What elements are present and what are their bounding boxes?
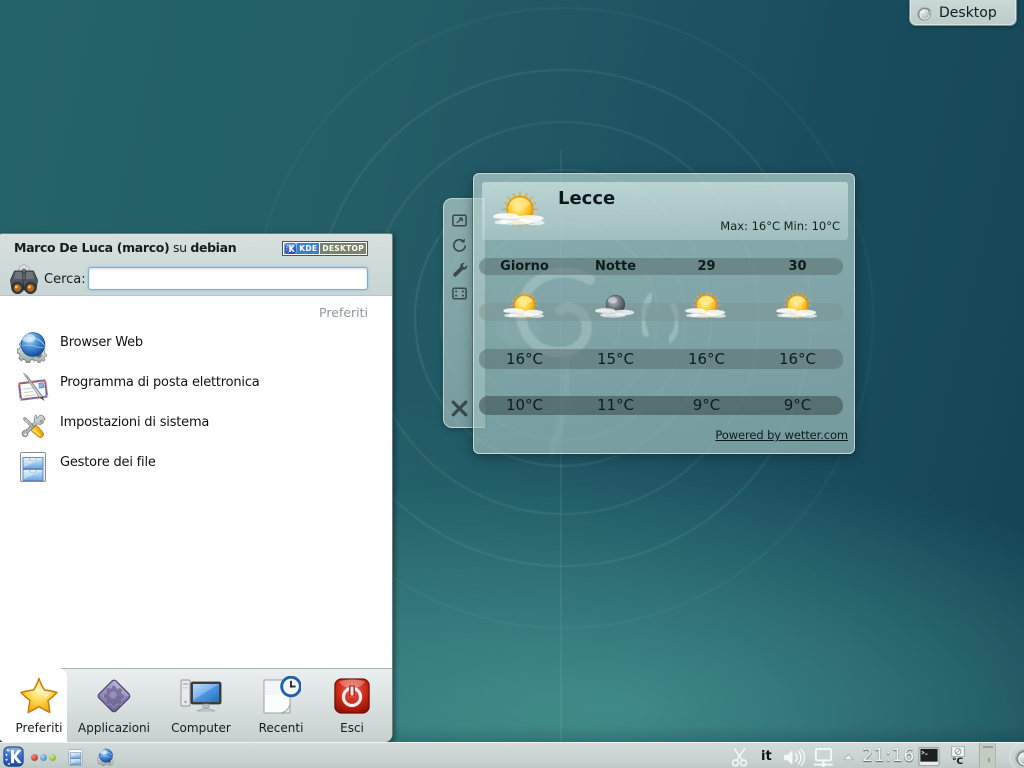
applications-icon xyxy=(94,676,134,716)
weather-sun-cloud-icon xyxy=(684,290,729,324)
tab-computer[interactable]: Computer xyxy=(150,669,252,743)
kickoff-user-name: Marco De Luca (marco) xyxy=(14,240,169,255)
file-manager-icon xyxy=(17,451,49,483)
weather-current-icon xyxy=(492,190,548,233)
weather-temp: 10°C xyxy=(479,396,570,415)
tab-label: Esci xyxy=(340,721,364,735)
weather-temp: 9°C xyxy=(752,396,843,415)
tab-esci[interactable]: Esci xyxy=(310,669,394,743)
favorites-section-header: Preferiti xyxy=(319,305,368,320)
weather-temp: 11°C xyxy=(570,396,661,415)
desktop-toolbox[interactable]: Desktop xyxy=(909,0,1017,26)
search-input[interactable] xyxy=(88,267,368,290)
kickoff-user-connector: su xyxy=(173,240,187,255)
kickoff-host-name: debian xyxy=(190,240,236,255)
plasma-cashew-icon xyxy=(916,5,932,21)
favorite-item-filemanager[interactable]: Gestore dei file xyxy=(0,447,392,487)
mail-client-icon xyxy=(17,371,49,403)
favorite-item-systemsettings[interactable]: Impostazioni di sistema xyxy=(0,407,392,447)
weather-col-label: 29 xyxy=(661,258,752,275)
weather-icon-row xyxy=(479,290,843,324)
favorite-item-label: Gestore dei file xyxy=(60,455,156,470)
widget-settings-icon[interactable] xyxy=(451,261,468,278)
kde-desktop-badge: KDE DESKTOP xyxy=(282,241,368,256)
computer-icon xyxy=(178,676,224,716)
weather-col-label: Notte xyxy=(570,258,661,275)
favorites-star-icon xyxy=(19,676,59,716)
search-binoculars-icon xyxy=(8,264,40,294)
weather-col-label: Giorno xyxy=(479,258,570,275)
weather-city: Lecce xyxy=(558,188,615,209)
tab-recenti[interactable]: Recenti xyxy=(252,669,310,743)
weather-maxmin: Max: 16°C Min: 10°C xyxy=(720,219,840,233)
weather-credit-link[interactable]: Powered by wetter.com xyxy=(715,428,848,442)
favorite-item-browser[interactable]: Browser Web xyxy=(0,327,392,367)
weather-high-row: 16°C 15°C 16°C 16°C xyxy=(479,349,843,369)
widget-rotate-icon[interactable] xyxy=(451,237,468,254)
klipper-scissors-icon[interactable] xyxy=(730,747,749,767)
widget-close-icon[interactable] xyxy=(450,399,469,418)
strip-text-mark xyxy=(983,746,993,748)
weather-header: Lecce Max: 16°C Min: 10°C xyxy=(482,182,848,240)
panel-applet-strip[interactable] xyxy=(979,743,996,767)
kickoff-header: Marco De Luca (marco) su debian KDE DESK… xyxy=(0,234,392,296)
weather-temp: 16°C xyxy=(661,349,752,369)
favorite-item-mail[interactable]: Programma di posta elettronica xyxy=(0,367,392,407)
kickoff-tabbar: Preferiti Applicazioni Computer Recenti … xyxy=(0,668,392,742)
web-browser-launcher-icon[interactable] xyxy=(97,748,115,766)
strip-dots-mark xyxy=(988,758,990,762)
panel-cashew-icon[interactable] xyxy=(1005,741,1024,768)
tray-expand-arrow-icon[interactable] xyxy=(843,753,854,761)
weather-temp: 16°C xyxy=(752,349,843,369)
weather-temp: 9°C xyxy=(661,396,752,415)
search-label: Cerca: xyxy=(44,272,86,287)
recent-documents-icon xyxy=(261,676,301,716)
pager-dot-blue[interactable] xyxy=(40,754,47,761)
kmenu-button[interactable] xyxy=(3,746,24,767)
favorite-item-label: Impostazioni di sistema xyxy=(60,415,209,430)
kde-logo-icon xyxy=(284,243,297,254)
terminal-icon[interactable] xyxy=(918,746,940,767)
tab-applicazioni[interactable]: Applicazioni xyxy=(78,669,150,743)
desktop-badge-text: DESKTOP xyxy=(319,243,366,254)
web-browser-icon xyxy=(17,331,49,363)
leave-power-icon xyxy=(333,677,371,715)
favorite-item-label: Browser Web xyxy=(60,335,143,350)
pager-dot-red[interactable] xyxy=(31,754,38,761)
kde-badge-text: KDE xyxy=(297,243,319,254)
weather-col-label: 30 xyxy=(752,258,843,275)
pager-dot-green[interactable] xyxy=(49,754,56,761)
weather-sun-cloud-icon xyxy=(775,290,820,324)
bottom-panel: it 21:16 °C xyxy=(0,742,1024,768)
volume-icon[interactable] xyxy=(781,748,807,767)
digital-clock[interactable]: 21:16 xyxy=(862,746,915,766)
widget-maximize-icon[interactable] xyxy=(451,285,468,302)
weather-sun-cloud-icon xyxy=(502,290,547,324)
weather-widget: Lecce Max: 16°C Min: 10°C Giorno Notte 2… xyxy=(473,173,855,454)
kickoff-user-title: Marco De Luca (marco) su debian xyxy=(14,240,236,255)
network-icon[interactable] xyxy=(811,747,836,768)
desktop-toolbox-label: Desktop xyxy=(939,5,997,21)
file-manager-launcher-icon[interactable] xyxy=(67,749,84,766)
tab-label: Applicazioni xyxy=(78,721,150,735)
weather-tray-icon[interactable] xyxy=(951,746,965,757)
weather-temp: 16°C xyxy=(479,349,570,369)
tab-label: Computer xyxy=(171,721,231,735)
keyboard-layout-indicator[interactable]: it xyxy=(761,749,772,764)
system-settings-icon xyxy=(17,411,49,443)
tab-preferiti[interactable]: Preferiti xyxy=(0,669,78,743)
weather-day-row: Giorno Notte 29 30 xyxy=(479,258,843,275)
widget-resize-icon[interactable] xyxy=(451,212,468,229)
weather-moon-cloud-icon xyxy=(593,290,638,324)
tab-label: Preferiti xyxy=(16,721,63,735)
weather-tray-unit: °C xyxy=(952,757,963,767)
weather-low-row: 10°C 11°C 9°C 9°C xyxy=(479,396,843,415)
kickoff-menu: Marco De Luca (marco) su debian KDE DESK… xyxy=(0,233,393,741)
favorite-item-label: Programma di posta elettronica xyxy=(60,375,260,390)
kickoff-favorites-view: Preferiti Browser Web Programma di posta… xyxy=(0,296,392,668)
tab-label: Recenti xyxy=(259,721,304,735)
weather-temp: 15°C xyxy=(570,349,661,369)
